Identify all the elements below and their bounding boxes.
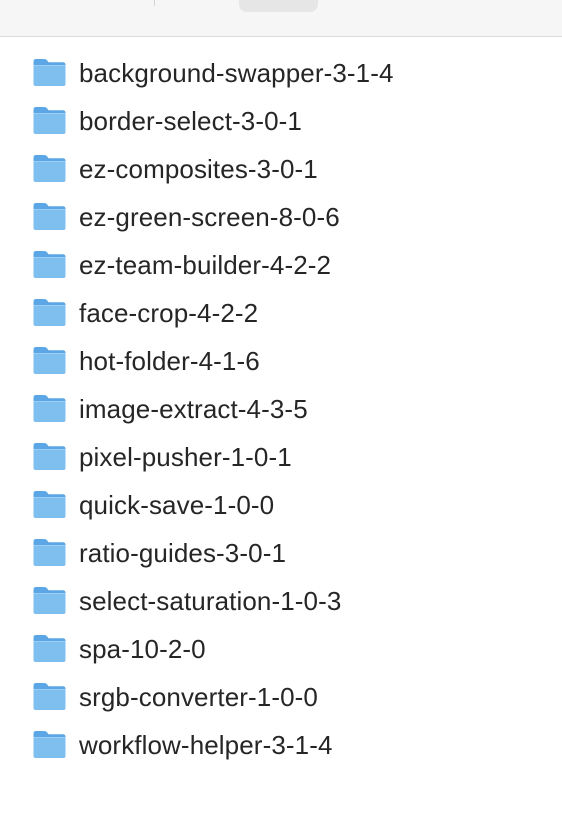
list-item[interactable]: ez-green-screen-8-0-6 xyxy=(0,193,562,241)
folder-icon xyxy=(32,585,67,615)
folder-name: select-saturation-1-0-3 xyxy=(79,586,342,616)
folder-name: workflow-helper-3-1-4 xyxy=(79,730,333,760)
folder-icon xyxy=(32,681,67,711)
folder-name: image-extract-4-3-5 xyxy=(79,394,308,424)
folder-name: background-swapper-3-1-4 xyxy=(79,58,394,88)
folder-icon xyxy=(32,441,67,471)
folder-icon xyxy=(32,249,67,279)
folder-name: ez-composites-3-0-1 xyxy=(79,154,318,184)
list-item[interactable]: workflow-helper-3-1-4 xyxy=(0,721,562,769)
list-item[interactable]: background-swapper-3-1-4 xyxy=(0,49,562,97)
list-item[interactable]: quick-save-1-0-0 xyxy=(0,481,562,529)
list-item[interactable]: face-crop-4-2-2 xyxy=(0,289,562,337)
folder-icon xyxy=(32,489,67,519)
toolbar-divider xyxy=(154,0,155,6)
folder-name: ez-green-screen-8-0-6 xyxy=(79,202,340,232)
list-item[interactable]: border-select-3-0-1 xyxy=(0,97,562,145)
folder-name: spa-10-2-0 xyxy=(79,634,206,664)
folder-icon xyxy=(32,537,67,567)
list-item[interactable]: ratio-guides-3-0-1 xyxy=(0,529,562,577)
folder-name: hot-folder-4-1-6 xyxy=(79,346,260,376)
folder-name: pixel-pusher-1-0-1 xyxy=(79,442,292,472)
folder-icon xyxy=(32,105,67,135)
folder-name: ez-team-builder-4-2-2 xyxy=(79,250,332,280)
toolbar-segmented-control[interactable] xyxy=(239,0,318,12)
folder-icon xyxy=(32,729,67,759)
folder-name: quick-save-1-0-0 xyxy=(79,490,275,520)
window-toolbar xyxy=(0,0,562,37)
folder-icon xyxy=(32,393,67,423)
list-item[interactable]: hot-folder-4-1-6 xyxy=(0,337,562,385)
list-item[interactable]: select-saturation-1-0-3 xyxy=(0,577,562,625)
list-item[interactable]: ez-team-builder-4-2-2 xyxy=(0,241,562,289)
folder-icon xyxy=(32,633,67,663)
folder-icon xyxy=(32,345,67,375)
folder-name: ratio-guides-3-0-1 xyxy=(79,538,287,568)
folder-icon xyxy=(32,201,67,231)
folder-icon xyxy=(32,57,67,87)
folder-icon xyxy=(32,297,67,327)
list-item[interactable]: ez-composites-3-0-1 xyxy=(0,145,562,193)
folder-icon xyxy=(32,153,67,183)
list-item[interactable]: pixel-pusher-1-0-1 xyxy=(0,433,562,481)
list-item[interactable]: image-extract-4-3-5 xyxy=(0,385,562,433)
folder-name: border-select-3-0-1 xyxy=(79,106,302,136)
folder-name: srgb-converter-1-0-0 xyxy=(79,682,318,712)
list-item[interactable]: srgb-converter-1-0-0 xyxy=(0,673,562,721)
list-item[interactable]: spa-10-2-0 xyxy=(0,625,562,673)
folder-name: face-crop-4-2-2 xyxy=(79,298,259,328)
file-list: background-swapper-3-1-4 border-select-3… xyxy=(0,49,562,769)
